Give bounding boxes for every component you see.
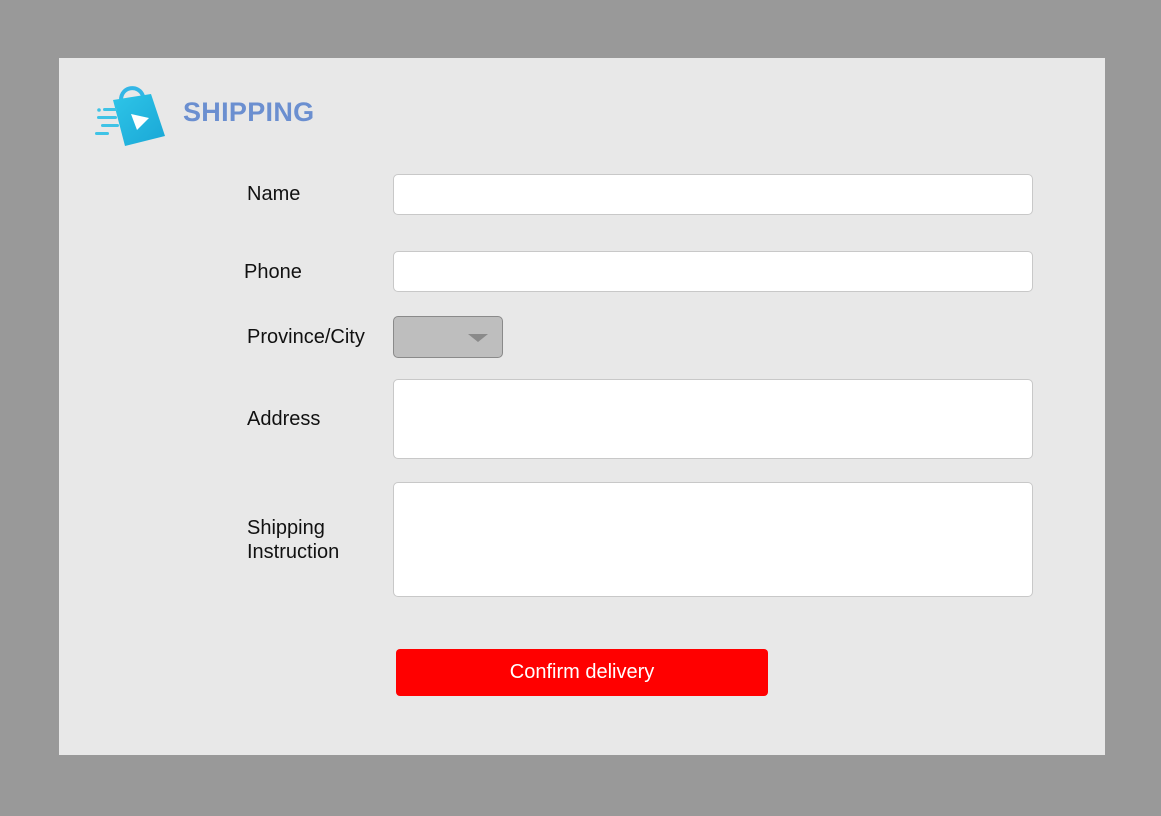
shipping-instruction-field[interactable] <box>393 482 1033 597</box>
phone-field[interactable] <box>393 251 1033 292</box>
shipping-instruction-label-line2: Instruction <box>247 541 340 563</box>
page-title: SHIPPING <box>183 97 315 127</box>
phone-label: Phone <box>244 261 302 283</box>
province-city-label: Province/City <box>247 326 365 348</box>
address-field[interactable] <box>393 379 1033 459</box>
province-city-dropdown[interactable] <box>393 316 503 358</box>
name-field[interactable] <box>393 174 1033 215</box>
name-label: Name <box>247 183 301 205</box>
address-label: Address <box>247 408 321 430</box>
chevron-down-icon <box>468 334 488 342</box>
shopping-bag-play-icon <box>95 86 165 146</box>
confirm-delivery-button[interactable]: Confirm delivery <box>396 649 768 696</box>
shipping-instruction-label-line1: Shipping <box>247 517 325 539</box>
shipping-panel: SHIPPING Name Phone Province/City Addres… <box>59 58 1105 755</box>
